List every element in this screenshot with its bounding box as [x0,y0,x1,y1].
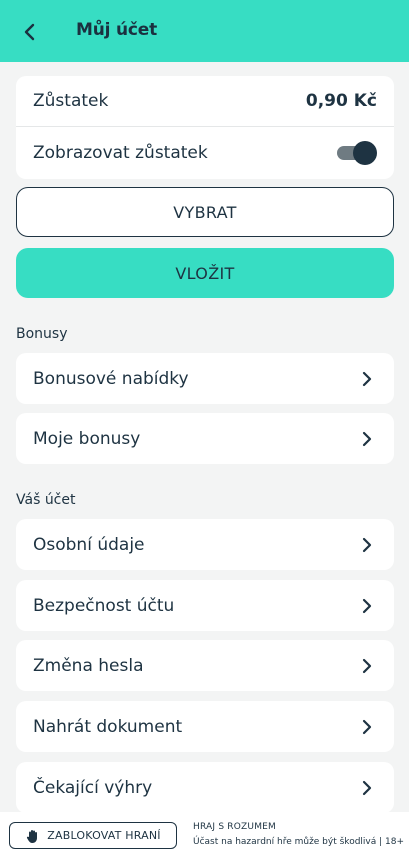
menu-item-label: Bezpečnost účtu [33,595,175,616]
chevron-right-icon [360,779,374,797]
menu-item-account-security[interactable]: Bezpečnost účtu [16,580,394,631]
balance-row: Zůstatek 0,90 Kč [16,76,394,127]
chevron-right-icon [360,430,374,448]
hand-stop-icon [25,828,41,844]
page-title: Můj účet [76,20,158,40]
menu-item-label: Osobní údaje [33,534,145,555]
responsible-gaming-notice: Účast na hazardní hře může být škodlivá … [193,837,405,847]
menu-item-pending-winnings[interactable]: Čekající výhry [16,762,394,813]
app-header: Můj účet [0,0,409,62]
responsible-gaming-footer: ZABLOKOVAT HRANÍ HRAJ S ROZUMEM Účast na… [0,812,409,863]
chevron-left-icon [24,23,35,41]
menu-item-label: Změna hesla [33,655,144,676]
menu-item-upload-document[interactable]: Nahrát dokument [16,701,394,752]
menu-item-my-bonuses[interactable]: Moje bonusy [16,413,394,464]
menu-item-label: Moje bonusy [33,428,141,449]
menu-item-change-password[interactable]: Změna hesla [16,640,394,691]
balance-label: Zůstatek [33,91,109,111]
toggle-knob [353,140,377,165]
responsible-gaming-title: HRAJ S ROZUMEM [193,822,277,832]
balance-amount: 0,90 Kč [305,91,377,111]
chevron-right-icon [360,657,374,675]
show-balance-row: Zobrazovat zůstatek [16,127,394,178]
section-title-bonuses: Bonusy [16,326,68,342]
block-gaming-button[interactable]: ZABLOKOVAT HRANÍ [9,822,177,849]
withdraw-button[interactable]: VYBRAT [16,187,394,237]
chevron-right-icon [360,597,374,615]
menu-item-personal-data[interactable]: Osobní údaje [16,519,394,570]
menu-item-bonus-offers[interactable]: Bonusové nabídky [16,353,394,404]
chevron-right-icon [360,718,374,736]
chevron-right-icon [360,536,374,554]
back-button[interactable] [17,19,43,45]
section-title-account: Váš účet [16,492,76,508]
menu-item-label: Bonusové nabídky [33,368,189,389]
show-balance-label: Zobrazovat zůstatek [33,142,208,163]
menu-item-label: Čekající výhry [33,777,153,798]
menu-item-label: Nahrát dokument [33,716,183,737]
chevron-right-icon [360,370,374,388]
block-gaming-label: ZABLOKOVAT HRANÍ [47,829,161,842]
balance-card: Zůstatek 0,90 Kč Zobrazovat zůstatek [16,76,394,179]
deposit-button[interactable]: VLOŽIT [16,248,394,298]
show-balance-toggle[interactable] [337,140,377,165]
